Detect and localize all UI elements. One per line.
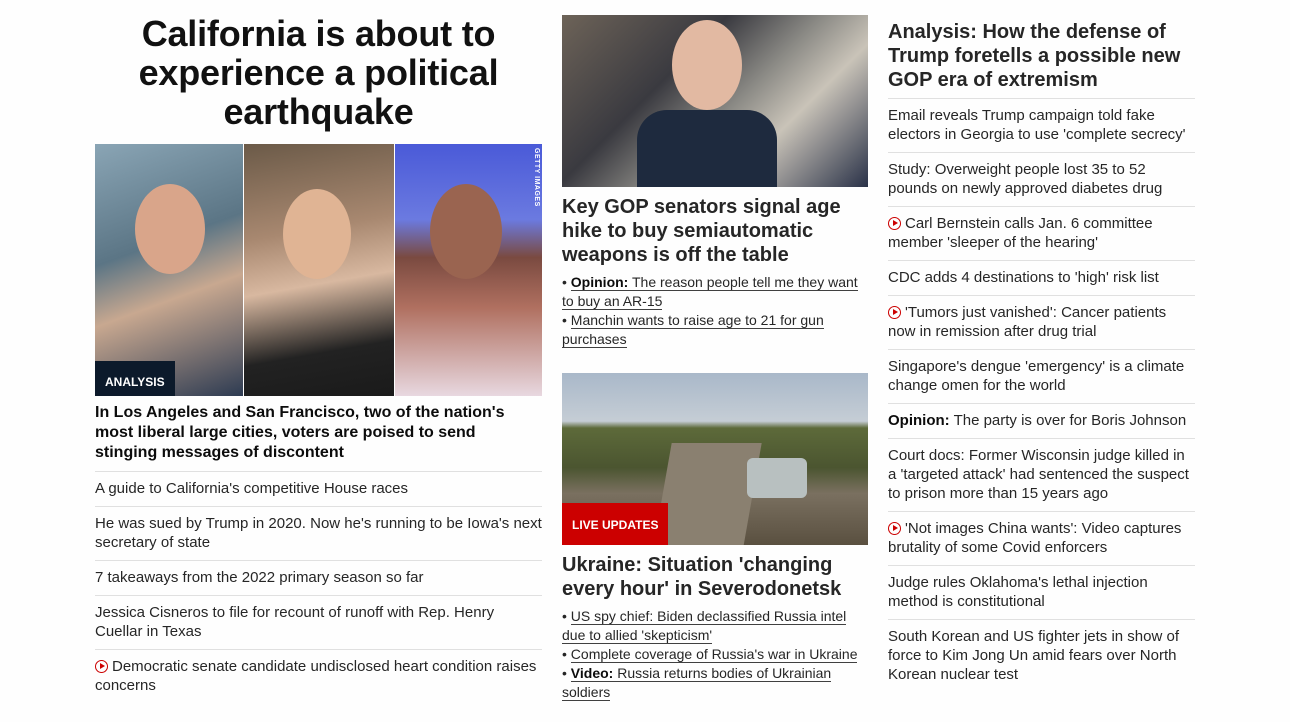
lead-image[interactable]: GETTY IMAGES ANALYSIS [95, 144, 542, 396]
list-item[interactable]: Singapore's dengue 'emergency' is a clim… [888, 349, 1195, 403]
video-play-icon [888, 217, 901, 230]
face-shape [283, 189, 351, 279]
video-play-icon [95, 660, 108, 673]
guns-headline[interactable]: Key GOP senators signal age hike to buy … [562, 195, 868, 267]
list-item[interactable]: A guide to California's competitive Hous… [95, 471, 542, 506]
lead-headline[interactable]: California is about to experience a poli… [95, 14, 542, 131]
list-item[interactable]: Carl Bernstein calls Jan. 6 committee me… [888, 206, 1195, 260]
list-item[interactable]: CDC adds 4 destinations to 'high' risk l… [888, 260, 1195, 295]
bullet-item[interactable]: • US spy chief: Biden declassified Russi… [562, 607, 868, 645]
list-item[interactable]: Opinion: The party is over for Boris Joh… [888, 403, 1195, 438]
image-credit: GETTY IMAGES [533, 148, 540, 207]
list-item[interactable]: Judge rules Oklahoma's lethal injection … [888, 565, 1195, 619]
live-updates-tag: LIVE UPDATES [562, 503, 669, 545]
list-item[interactable]: Study: Overweight people lost 35 to 52 p… [888, 152, 1195, 206]
list-item[interactable]: He was sued by Trump in 2020. Now he's r… [95, 506, 542, 560]
lead-story: California is about to experience a poli… [95, 14, 542, 703]
ukraine-image[interactable]: LIVE UPDATES [562, 373, 868, 545]
bullet-item[interactable]: • Video: Russia returns bodies of Ukrain… [562, 664, 868, 702]
lead-subhead[interactable]: In Los Angeles and San Francisco, two of… [95, 403, 542, 463]
senator-image[interactable] [562, 15, 868, 187]
list-item[interactable]: Jessica Cisneros to file for recount of … [95, 595, 542, 649]
bullet-item[interactable]: • Opinion: The reason people tell me the… [562, 273, 868, 311]
ukraine-headline[interactable]: Ukraine: Situation 'changing every hour'… [562, 553, 868, 601]
suit-shape [637, 110, 777, 187]
ukraine-bullets: • US spy chief: Biden declassified Russi… [562, 607, 868, 702]
list-item[interactable]: 'Tumors just vanished': Cancer patients … [888, 295, 1195, 349]
list-item[interactable]: Email reveals Trump campaign told fake e… [888, 98, 1195, 152]
right-column: Analysis: How the defense of Trump foret… [888, 20, 1195, 692]
analysis-headline[interactable]: Analysis: How the defense of Trump foret… [888, 20, 1195, 92]
analysis-tag: ANALYSIS [95, 361, 175, 396]
list-item[interactable]: 7 takeaways from the 2022 primary season… [95, 560, 542, 595]
related-list: A guide to California's competitive Hous… [95, 471, 542, 703]
middle-column: Key GOP senators signal age hike to buy … [562, 15, 868, 702]
video-play-icon [888, 306, 901, 319]
headline-list: Email reveals Trump campaign told fake e… [888, 98, 1195, 692]
face-shape [430, 184, 502, 279]
list-item[interactable]: Court docs: Former Wisconsin judge kille… [888, 438, 1195, 511]
bullet-item[interactable]: • Manchin wants to raise age to 21 for g… [562, 311, 868, 349]
list-item[interactable]: Democratic senate candidate undisclosed … [95, 649, 542, 703]
face-shape [672, 20, 742, 110]
list-item[interactable]: 'Not images China wants': Video captures… [888, 511, 1195, 565]
video-play-icon [888, 522, 901, 535]
vehicle-shape [747, 458, 807, 498]
guns-bullets: • Opinion: The reason people tell me the… [562, 273, 868, 349]
list-item[interactable]: South Korean and US fighter jets in show… [888, 619, 1195, 692]
road-shape [652, 443, 762, 545]
face-shape [135, 184, 205, 274]
bullet-item[interactable]: • Complete coverage of Russia's war in U… [562, 645, 868, 664]
